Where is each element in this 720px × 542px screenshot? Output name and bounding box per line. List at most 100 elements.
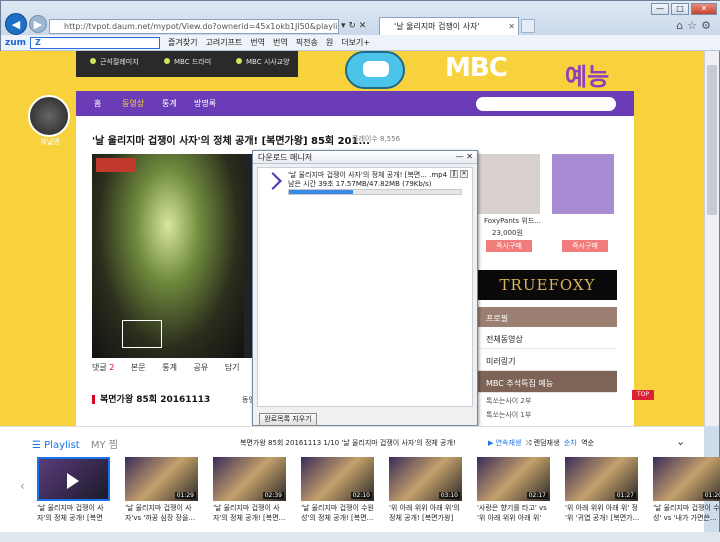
ad-product: FoxyPants 위드... xyxy=(484,217,541,225)
playlist-caption[interactable]: '날 울리지마 겁쟁이 사자'의 정체 공개! [복면가... xyxy=(37,503,113,523)
thumbnail-duration: 02:10 xyxy=(350,492,372,499)
home-icon[interactable]: ⌂ xyxy=(676,19,687,32)
tab-my[interactable]: MY 찜 xyxy=(91,440,118,451)
toolbar-search-input[interactable]: Z xyxy=(30,36,161,49)
player-logo xyxy=(96,158,136,172)
playlist-caption[interactable]: '사랑은 향기를 타고' vs '위 아래 위위 아래 위' xyxy=(477,503,553,523)
playlist-caption[interactable]: '날 울리지마 겁쟁이 사 자'의 정체 공개! [복면... xyxy=(213,503,289,523)
playlist-bar: ☰ Playlist MY 찜 복면가왕 85회 20161113 1/10 '… xyxy=(0,426,720,532)
status-bar xyxy=(0,532,720,542)
minimize-button[interactable]: — xyxy=(651,3,669,15)
sidebar-item-all[interactable]: 전체동영상 xyxy=(478,327,617,349)
ad-buy-button[interactable]: 즉시구매 xyxy=(486,240,532,252)
tab-stats[interactable]: 통계 xyxy=(162,363,177,372)
forward-button[interactable]: ▶ xyxy=(29,15,47,33)
prev-arrow-icon[interactable]: ‹ xyxy=(20,479,25,493)
maximize-button[interactable]: □ xyxy=(671,3,689,15)
playlist-caption[interactable]: '위 아래 위위 아래 위'의 정체 공개! [복면가왕] xyxy=(389,503,465,523)
ad-block[interactable]: FoxyPants 위드... 23,000원 즉시구매 즉시구매 xyxy=(478,154,617,256)
ad-buy-button-2[interactable]: 즉시구매 xyxy=(562,240,608,252)
close-window-button[interactable]: ✕ xyxy=(691,3,717,15)
site-search-input[interactable] xyxy=(476,97,616,111)
video-tabs: 댓글 2 본문 통계 공유 담기 xyxy=(92,362,254,373)
playlist-thumbnail[interactable]: 03:10 xyxy=(389,457,462,501)
toolbar-logo[interactable]: zum xyxy=(5,38,26,48)
tab-save[interactable]: 담기 xyxy=(225,363,240,372)
toolbar-item-translate[interactable]: 번역 xyxy=(250,37,265,48)
playlist-thumbnail[interactable]: 01:27 xyxy=(565,457,638,501)
cancel-icon[interactable]: ✕ xyxy=(460,170,468,178)
thumbnail-duration: 02:39 xyxy=(262,492,284,499)
avatar[interactable] xyxy=(28,95,70,137)
tab-share[interactable]: 공유 xyxy=(193,363,208,372)
playlist-thumbnail[interactable]: 02:17 xyxy=(477,457,550,501)
repeat-toggle[interactable]: ▶ 연속재생 xyxy=(488,439,521,447)
thumbnail-duration: 01:20 xyxy=(702,492,720,499)
order-forward[interactable]: 순차 xyxy=(564,439,577,447)
tab-close-icon[interactable]: ✕ xyxy=(508,18,515,35)
video-player[interactable] xyxy=(92,154,244,358)
address-controls[interactable]: ▾ ↻ ✕ xyxy=(341,19,377,34)
pause-icon[interactable]: ‖ xyxy=(450,170,458,178)
banner-item[interactable]: MBC 시사교양 xyxy=(236,57,290,67)
page-scrollbar[interactable] xyxy=(704,51,719,426)
playlist-caption[interactable]: '날 울리지마 겁쟁이 사 자'vs '까꿍 심장 장을... xyxy=(125,503,201,523)
clear-completed-button[interactable]: 완료목록 지우기 xyxy=(259,413,317,426)
sidebar-subitem[interactable]: 톡쏘는사이 1부 xyxy=(478,407,617,421)
playlist-thumbnail[interactable]: 01:29 xyxy=(125,457,198,501)
order-reverse[interactable]: 역순 xyxy=(581,439,594,447)
thumbnail-duration: 01:29 xyxy=(174,492,196,499)
tab-playlist[interactable]: Playlist xyxy=(44,440,80,451)
nav-home[interactable]: 홈 xyxy=(94,98,101,109)
playlist-thumbnail[interactable]: 02:39 xyxy=(213,457,286,501)
top-button[interactable]: TOP xyxy=(632,390,654,400)
toolbar-item-favorites[interactable]: 즐겨찾기 xyxy=(168,37,197,48)
gear-icon[interactable]: ⚙ xyxy=(701,19,715,32)
sidebar-item-mirror[interactable]: 미러링기 xyxy=(478,349,617,371)
toolbar-item-gift[interactable]: 고려기프트 xyxy=(205,37,242,48)
banner-item[interactable]: 근석절례미지 xyxy=(90,57,139,67)
toolbar-item-translate2[interactable]: 번역 xyxy=(273,37,288,48)
scrollbar-thumb[interactable] xyxy=(707,65,717,215)
download-icon xyxy=(264,172,282,190)
browser-tab[interactable]: '날 울리지마 겁쟁이 사자' ✕ xyxy=(379,17,519,35)
address-text: http://tvpot.daum.net/mypot/View.do?owne… xyxy=(64,22,338,31)
playlist-caption[interactable]: '위 아래 위위 아래 위' 정 '위 '귀엽 공개! [복면가... xyxy=(565,503,641,523)
playlist-caption[interactable]: '날 울리지마 겁쟁이 수원 성'의 정체 공개! [복면... xyxy=(301,503,377,523)
toolbar-item-won[interactable]: 원 xyxy=(326,37,333,48)
playlist-thumbnail[interactable] xyxy=(37,457,110,501)
ad-image-2[interactable] xyxy=(552,154,614,214)
tab-comments[interactable]: 댓글 2 xyxy=(92,363,114,372)
now-playing: 복면가왕 85회 20161113 1/10 '날 울리지마 겁쟁이 사자'의 … xyxy=(240,439,456,447)
thumbnail-duration: 02:17 xyxy=(526,492,548,499)
toolbar-item-send[interactable]: 픽전송 xyxy=(296,37,318,48)
ad-brand-banner[interactable]: TRUEFOXY xyxy=(478,270,617,300)
nav-videos[interactable]: 동영상 xyxy=(122,98,144,109)
download-progress-fill xyxy=(289,190,353,194)
sidebar-item-chuseok[interactable]: MBC 추석특집 예능 xyxy=(478,371,617,393)
download-progress xyxy=(288,189,462,195)
star-icon[interactable]: ☆ xyxy=(687,19,701,32)
toolbar: zum Z 즐겨찾기 고려기프트 번역 번역 픽전송 원 더보기+ xyxy=(1,35,720,51)
chevron-down-icon[interactable]: ⌄ xyxy=(676,435,685,448)
nav-stats[interactable]: 통계 xyxy=(162,98,177,109)
sidebar-subitem[interactable]: 톡쏘는사이 2부 xyxy=(478,393,617,407)
video-title: '날 울리지마 겁쟁이 사자'의 정체 공개! [복면가왕] 85회 201..… xyxy=(92,136,370,147)
playlist-thumbnail[interactable]: 01:20 xyxy=(653,457,720,501)
new-tab-button[interactable] xyxy=(521,19,535,33)
tab-body[interactable]: 본문 xyxy=(131,363,146,372)
nav-guestbook[interactable]: 방명록 xyxy=(194,98,216,109)
thumbnail-duration: 03:10 xyxy=(438,492,460,499)
ad-image-1[interactable] xyxy=(478,154,540,214)
playlist-tabs: ☰ Playlist MY 찜 xyxy=(32,436,118,451)
toolbar-item-more[interactable]: 더보기+ xyxy=(341,37,370,48)
dialog-controls[interactable]: — ✕ xyxy=(456,152,473,161)
address-bar[interactable]: http://tvpot.daum.net/mypot/View.do?owne… xyxy=(49,19,339,34)
playlist-caption[interactable]: '날 울리지마 겁쟁이 수원 성' vs '내가 가면쓴... xyxy=(653,503,720,523)
back-button[interactable]: ◀ xyxy=(5,13,27,35)
player-caption-box xyxy=(122,320,162,348)
banner-item[interactable]: MBC 드라미 xyxy=(164,57,211,67)
playlist-thumbnail[interactable]: 02:10 xyxy=(301,457,374,501)
brand-text: MBC xyxy=(445,53,508,83)
shuffle-toggle[interactable]: ⤮ 랜덤재생 xyxy=(526,439,560,447)
